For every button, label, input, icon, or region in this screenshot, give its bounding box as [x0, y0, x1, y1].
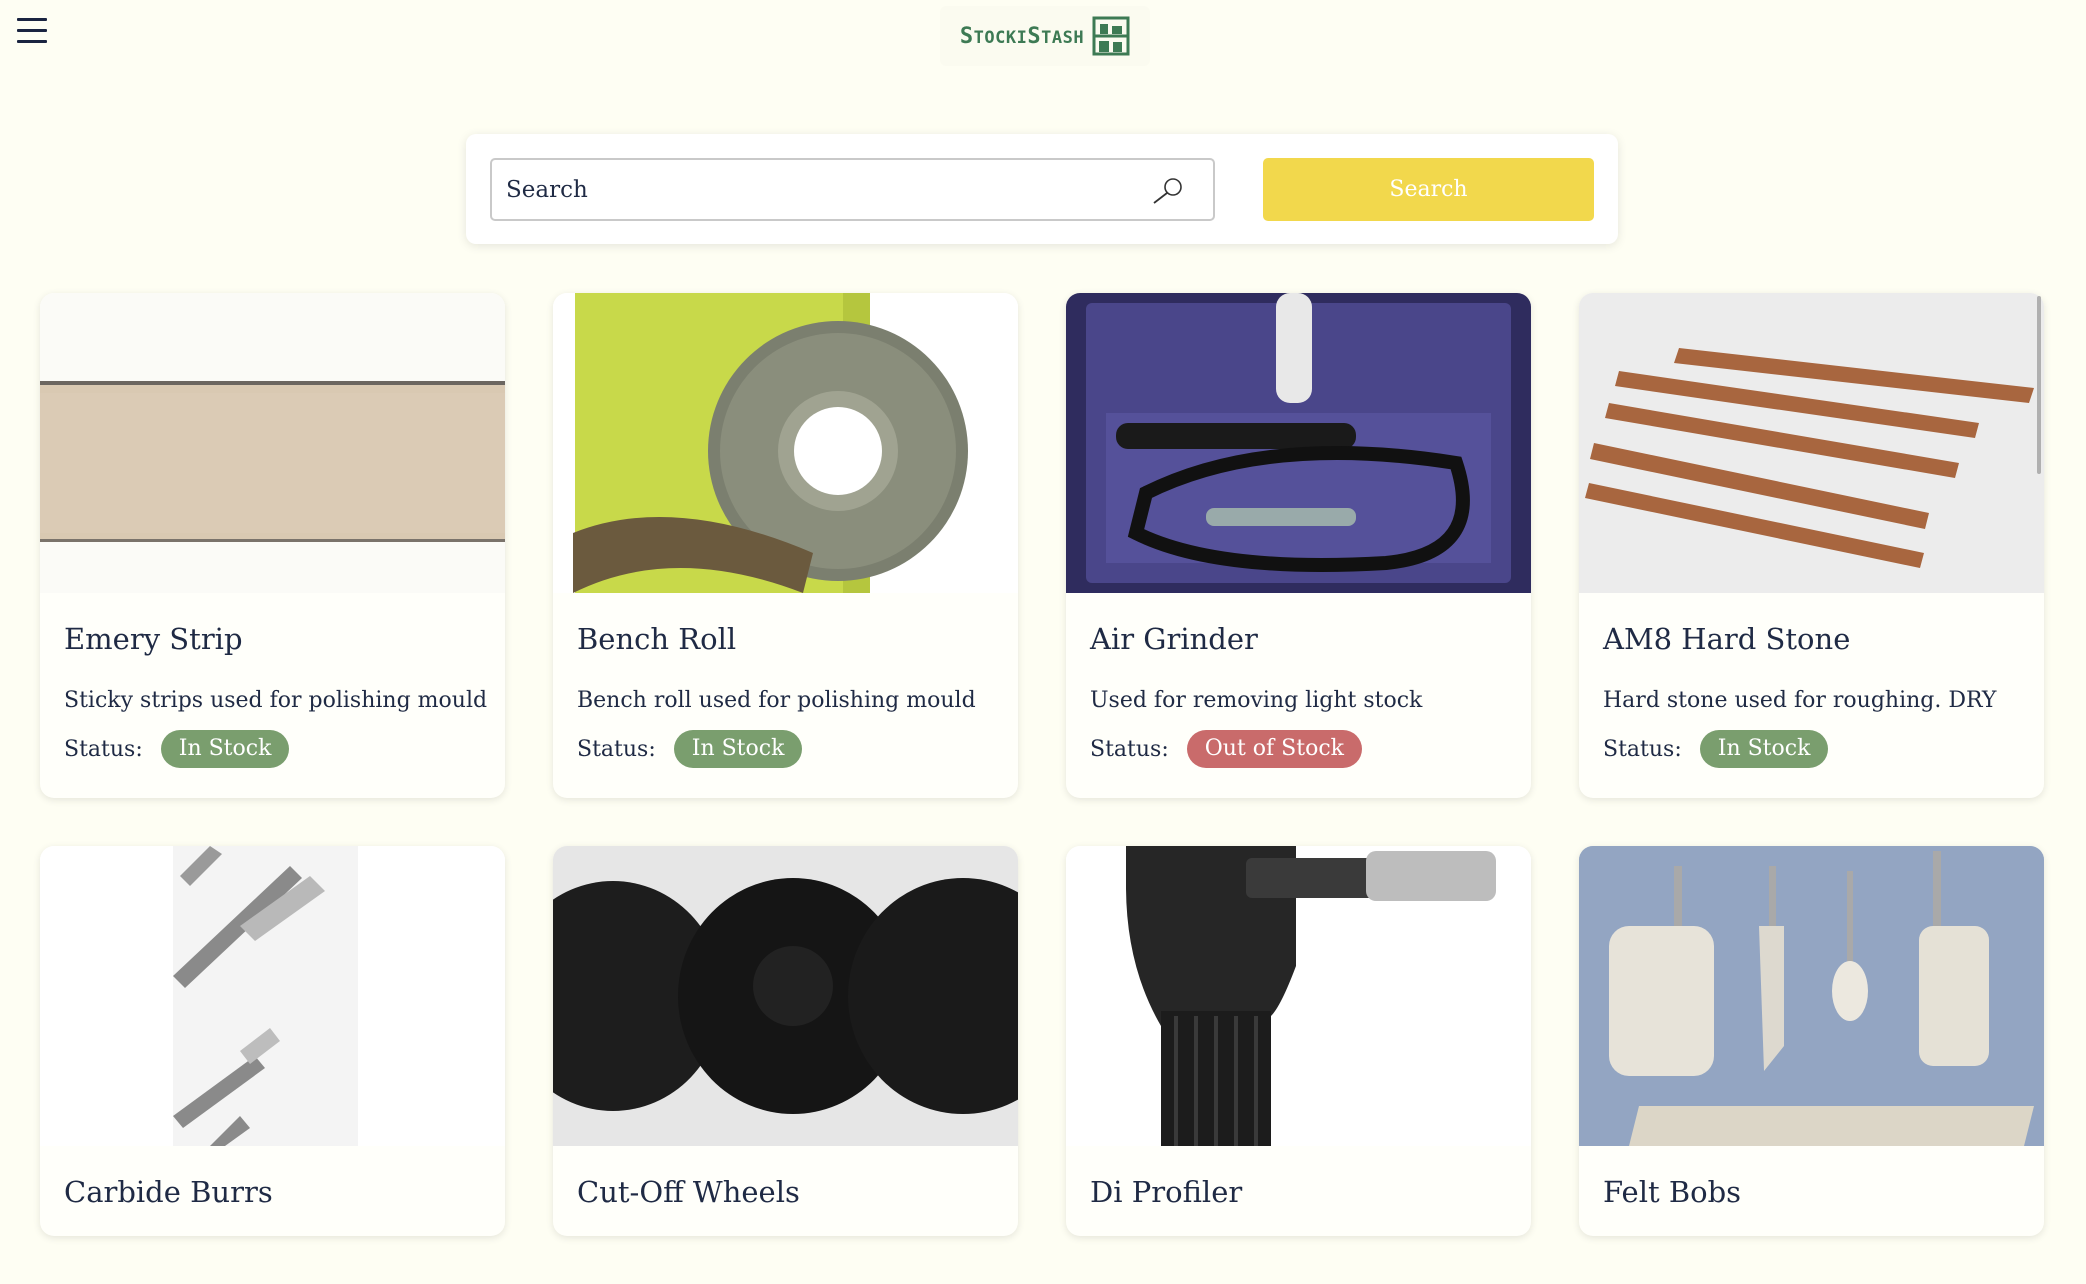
- hamburger-menu-icon[interactable]: [17, 18, 47, 48]
- logo[interactable]: STOCKISTASH: [940, 6, 1150, 66]
- status-badge: In Stock: [673, 730, 803, 768]
- status-badge: In Stock: [160, 730, 290, 768]
- product-image-emery-strip: [40, 293, 505, 593]
- product-card-air-grinder[interactable]: Air Grinder Used for removing light stoc…: [1066, 293, 1531, 798]
- product-card-emery-strip[interactable]: Emery Strip Sticky strips used for polis…: [40, 293, 505, 798]
- scrollbar-thumb[interactable]: [2037, 296, 2041, 474]
- product-image-di-profiler: [1066, 846, 1531, 1146]
- product-image-carbide-burrs: [40, 846, 505, 1146]
- product-title[interactable]: Cut-Off Wheels: [577, 1175, 800, 1209]
- product-image-air-grinder: [1066, 293, 1531, 593]
- status-badge: In Stock: [1699, 730, 1829, 768]
- logo-text: STOCKISTASH: [959, 23, 1085, 49]
- product-card-bench-roll[interactable]: Bench Roll Bench roll used for polishing…: [553, 293, 1018, 798]
- product-title[interactable]: AM8 Hard Stone: [1603, 622, 1850, 656]
- search-input[interactable]: [504, 160, 1144, 219]
- search-button[interactable]: Search: [1263, 158, 1594, 221]
- product-image-am8-hard-stone: [1579, 293, 2044, 593]
- status-label: Status:: [1090, 736, 1169, 762]
- product-title[interactable]: Di Profiler: [1090, 1175, 1242, 1209]
- product-description: Bench roll used for polishing mould: [577, 688, 976, 713]
- product-image-cut-off-wheels: [553, 846, 1018, 1146]
- product-card-felt-bobs[interactable]: Felt Bobs: [1579, 846, 2044, 1236]
- search-panel: Search: [466, 134, 1618, 244]
- product-title[interactable]: Bench Roll: [577, 622, 736, 656]
- status-row: Status: In Stock: [1603, 730, 1829, 768]
- product-card-am8-hard-stone[interactable]: AM8 Hard Stone Hard stone used for rough…: [1579, 293, 2044, 798]
- product-description: Sticky strips used for polishing mould: [64, 688, 488, 713]
- product-card-di-profiler[interactable]: Di Profiler: [1066, 846, 1531, 1236]
- product-image-felt-bobs: [1579, 846, 2044, 1146]
- status-label: Status:: [1603, 736, 1682, 762]
- status-row: Status: In Stock: [64, 730, 290, 768]
- status-row: Status: Out of Stock: [1090, 730, 1362, 768]
- search-field: [490, 158, 1215, 221]
- status-row: Status: In Stock: [577, 730, 803, 768]
- shelf-icon: [1092, 16, 1130, 56]
- status-label: Status:: [577, 736, 656, 762]
- product-title[interactable]: Emery Strip: [64, 622, 243, 656]
- product-description: Hard stone used for roughing. DRY: [1603, 688, 1997, 713]
- product-image-bench-roll: [553, 293, 1018, 593]
- product-card-carbide-burrs[interactable]: Carbide Burrs: [40, 846, 505, 1236]
- product-title[interactable]: Air Grinder: [1090, 622, 1258, 656]
- status-label: Status:: [64, 736, 143, 762]
- product-description: Used for removing light stock: [1090, 688, 1423, 713]
- product-card-cut-off-wheels[interactable]: Cut-Off Wheels: [553, 846, 1018, 1236]
- status-badge: Out of Stock: [1186, 730, 1362, 768]
- product-title[interactable]: Carbide Burrs: [64, 1175, 273, 1209]
- product-title[interactable]: Felt Bobs: [1603, 1175, 1741, 1209]
- search-icon[interactable]: [1151, 176, 1185, 206]
